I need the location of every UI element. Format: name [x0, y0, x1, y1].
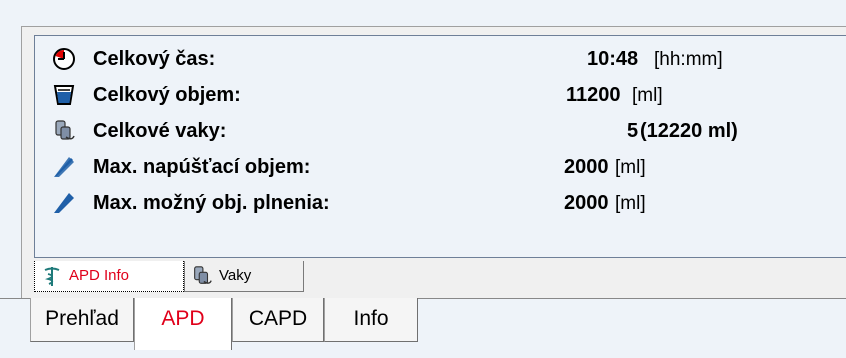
- total-volume-label: Celkový objem:: [93, 84, 241, 106]
- clock-icon: [52, 47, 76, 71]
- max-fill-volume-unit: [ml]: [615, 157, 646, 178]
- container-volume-icon: [52, 83, 76, 107]
- max-possible-fill-value: 2000: [564, 192, 609, 214]
- total-volume-value: 11200: [566, 84, 621, 106]
- max-possible-fill-label: Max. možný obj. plnenia:: [93, 192, 330, 214]
- summary-row-total-volume: Celkový objem: 11200 [ml]: [35, 81, 846, 109]
- subtab-vaky-label: Vaky: [219, 267, 252, 284]
- total-volume-unit: [ml]: [632, 85, 663, 106]
- subtab-vaky[interactable]: Vaky: [184, 261, 304, 292]
- tab-capd[interactable]: CAPD: [232, 298, 324, 342]
- subtab-apd-info[interactable]: APD Info: [34, 261, 184, 292]
- apd-info-panel: Celkový čas: 10:48 [hh:mm] Celkový objem…: [34, 35, 846, 258]
- caduceus-icon: [41, 265, 63, 287]
- summary-row-max-possible-fill: Max. možný obj. plnenia: 2000 [ml]: [35, 189, 846, 217]
- fill-line-icon: [52, 155, 76, 179]
- total-time-value: 10:48: [587, 48, 639, 70]
- total-bags-volume: (12220 ml): [640, 120, 738, 142]
- total-bags-label: Celkové vaky:: [93, 120, 227, 142]
- main-tab-strip: Prehľad APD CAPD Info: [0, 298, 846, 358]
- fill-line-icon: [52, 191, 76, 215]
- total-time-label: Celkový čas:: [93, 48, 216, 70]
- max-possible-fill-unit: [ml]: [615, 193, 646, 214]
- tab-prehlad-label: Prehľad: [45, 307, 119, 330]
- summary-row-max-fill-volume: Max. napúšťací objem: 2000 [ml]: [35, 153, 846, 181]
- tab-prehlad[interactable]: Prehľad: [30, 298, 134, 342]
- max-fill-volume-label: Max. napúšťací objem:: [93, 156, 311, 178]
- subtab-apd-info-label: APD Info: [69, 267, 130, 284]
- bags-icon: [52, 119, 76, 143]
- tab-apd-label: APD: [161, 307, 205, 330]
- tab-info[interactable]: Info: [324, 298, 418, 342]
- tab-info-label: Info: [353, 307, 389, 330]
- summary-row-total-bags: Celkové vaky: 5 (12220 ml): [35, 117, 846, 145]
- summary-row-total-time: Celkový čas: 10:48 [hh:mm]: [35, 45, 846, 73]
- total-time-unit: [hh:mm]: [654, 49, 723, 70]
- subtab-bar: APD Info Vaky: [34, 258, 846, 298]
- tab-capd-label: CAPD: [248, 307, 308, 330]
- tab-apd[interactable]: APD: [134, 298, 232, 350]
- total-bags-value: 5: [627, 120, 639, 142]
- max-fill-volume-value: 2000: [564, 156, 609, 178]
- bags-icon: [191, 265, 213, 287]
